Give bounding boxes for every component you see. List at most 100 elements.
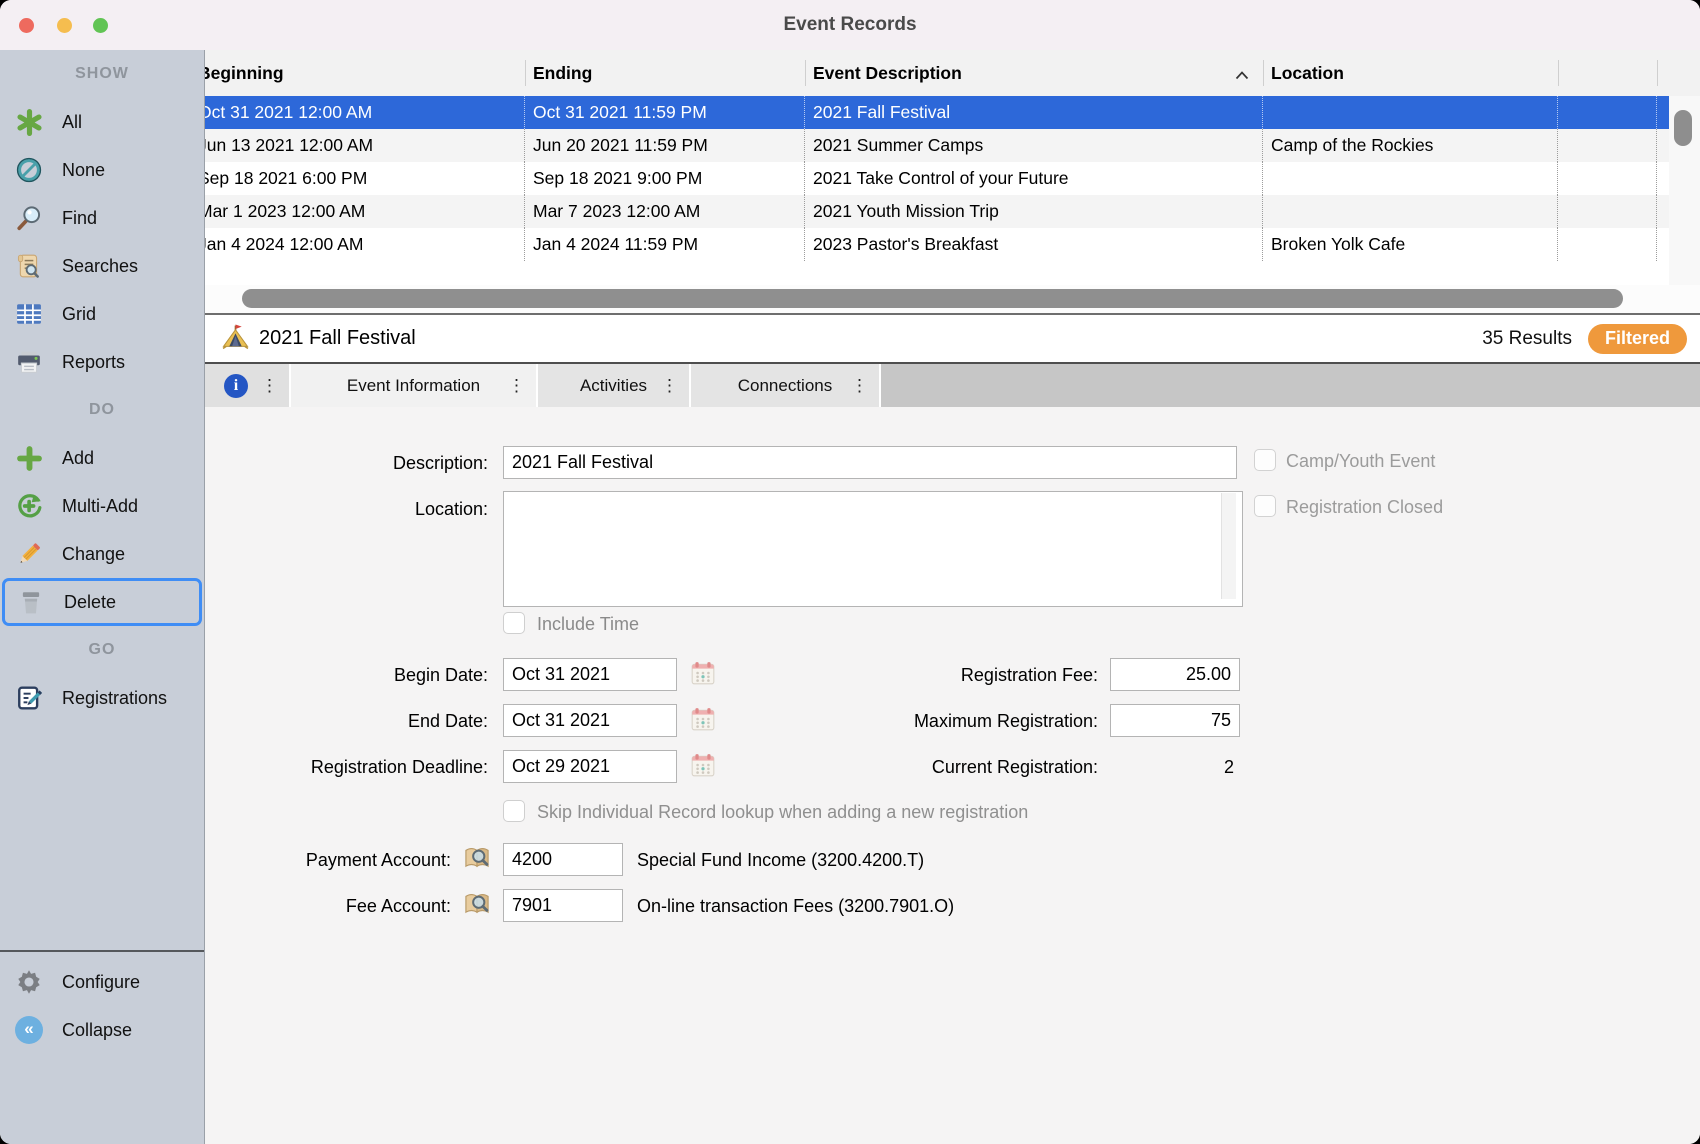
tab-bar: i ⋮ Event Information ⋮ Activities ⋮ Con… bbox=[205, 362, 1700, 407]
sidebar: SHOW All None Find Searches bbox=[0, 50, 205, 1144]
tent-icon bbox=[222, 323, 249, 355]
include-time-checkbox[interactable] bbox=[503, 612, 525, 634]
detail-title: 2021 Fall Festival bbox=[259, 327, 416, 350]
cell-beginning: Sep 18 2021 6:00 PM bbox=[205, 162, 525, 195]
sidebar-item-find[interactable]: Find bbox=[0, 194, 204, 242]
table-row[interactable]: Oct 31 2021 12:00 AM Oct 31 2021 11:59 P… bbox=[205, 96, 1669, 129]
include-time-label: Include Time bbox=[537, 614, 639, 635]
sidebar-item-none[interactable]: None bbox=[0, 146, 204, 194]
table-row[interactable]: Mar 1 2023 12:00 AM Mar 7 2023 12:00 AM … bbox=[205, 195, 1669, 228]
cell-description: 2023 Pastor's Breakfast bbox=[805, 228, 1263, 261]
tab-label: Connections bbox=[738, 376, 833, 396]
sidebar-item-label: Reports bbox=[62, 352, 125, 373]
results-count: 35 Results bbox=[1482, 328, 1572, 350]
vertical-scrollbar-thumb[interactable] bbox=[1674, 110, 1692, 146]
gear-icon bbox=[14, 967, 44, 997]
fee-account-description: On-line transaction Fees (3200.7901.O) bbox=[637, 896, 954, 917]
sidebar-item-label: Add bbox=[62, 448, 94, 469]
sidebar-item-label: Searches bbox=[62, 256, 138, 277]
sidebar-item-reports[interactable]: Reports bbox=[0, 338, 204, 386]
fee-account-input[interactable] bbox=[503, 889, 623, 922]
fee-account-lookup-icon[interactable] bbox=[463, 890, 489, 916]
payment-account-input[interactable] bbox=[503, 843, 623, 876]
sidebar-item-add[interactable]: Add bbox=[0, 434, 204, 482]
tab-event-information[interactable]: Event Information ⋮ bbox=[291, 364, 538, 407]
info-tab[interactable]: i ⋮ bbox=[205, 364, 291, 407]
camp-youth-checkbox[interactable] bbox=[1254, 449, 1276, 471]
registration-deadline-calendar-icon[interactable] bbox=[690, 752, 716, 778]
table-header: Beginning Ending Event Description Locat… bbox=[205, 50, 1700, 97]
cell-location bbox=[1263, 162, 1558, 195]
tab-drag-handle-icon[interactable]: ⋮ bbox=[261, 376, 278, 396]
cell-ending: Oct 31 2021 11:59 PM bbox=[525, 96, 805, 129]
column-header-location[interactable]: Location bbox=[1263, 50, 1558, 96]
magnifier-icon bbox=[14, 203, 44, 233]
registration-fee-input[interactable] bbox=[1110, 658, 1240, 691]
horizontal-scrollbar-thumb[interactable] bbox=[242, 289, 1623, 308]
column-header-ending[interactable]: Ending bbox=[525, 50, 805, 96]
sidebar-item-change[interactable]: Change bbox=[0, 530, 204, 578]
tab-activities[interactable]: Activities ⋮ bbox=[538, 364, 691, 407]
current-registration-value: 2 bbox=[1110, 757, 1234, 778]
begin-date-calendar-icon[interactable] bbox=[690, 660, 716, 686]
description-input[interactable] bbox=[503, 446, 1237, 479]
registration-deadline-input[interactable] bbox=[503, 750, 677, 783]
multi-add-icon bbox=[14, 491, 44, 521]
end-date-label: End Date: bbox=[225, 711, 488, 732]
sidebar-item-searches[interactable]: Searches bbox=[0, 242, 204, 290]
sort-ascending-icon bbox=[1235, 67, 1249, 85]
tab-drag-handle-icon[interactable]: ⋮ bbox=[508, 376, 525, 396]
begin-date-label: Begin Date: bbox=[225, 665, 488, 686]
sidebar-item-label: Configure bbox=[62, 972, 140, 993]
sidebar-item-grid[interactable]: Grid bbox=[0, 290, 204, 338]
collapse-icon: « bbox=[14, 1015, 44, 1045]
vertical-scrollbar bbox=[1669, 96, 1700, 285]
tab-drag-handle-icon[interactable]: ⋮ bbox=[661, 376, 678, 396]
maximum-registration-label: Maximum Registration: bbox=[735, 711, 1098, 732]
sidebar-item-configure[interactable]: Configure bbox=[0, 958, 204, 1006]
sidebar-section-do: DO bbox=[0, 386, 204, 434]
event-information-panel: Description: Camp/Youth Event Location: … bbox=[205, 407, 1700, 1144]
table-row[interactable]: Sep 18 2021 6:00 PM Sep 18 2021 9:00 PM … bbox=[205, 162, 1669, 195]
cell-beginning: Mar 1 2023 12:00 AM bbox=[205, 195, 525, 228]
payment-account-lookup-icon[interactable] bbox=[463, 844, 489, 870]
registration-closed-label: Registration Closed bbox=[1286, 497, 1443, 518]
window-title: Event Records bbox=[0, 0, 1700, 50]
skip-lookup-checkbox[interactable] bbox=[503, 800, 525, 822]
registrations-icon bbox=[14, 683, 44, 713]
location-scrollbar[interactable] bbox=[1221, 493, 1236, 599]
end-date-input[interactable] bbox=[503, 704, 677, 737]
column-header-beginning[interactable]: Beginning bbox=[205, 50, 525, 96]
trash-icon bbox=[16, 587, 46, 617]
sidebar-item-multi-add[interactable]: Multi-Add bbox=[0, 482, 204, 530]
cell-ending: Mar 7 2023 12:00 AM bbox=[525, 195, 805, 228]
info-icon: i bbox=[224, 374, 248, 398]
cell-description: 2021 Fall Festival bbox=[805, 96, 1263, 129]
table-row[interactable]: Jan 4 2024 12:00 AM Jan 4 2024 11:59 PM … bbox=[205, 228, 1669, 261]
end-date-calendar-icon[interactable] bbox=[690, 706, 716, 732]
skip-lookup-label: Skip Individual Record lookup when addin… bbox=[537, 802, 1028, 823]
location-textarea[interactable] bbox=[503, 491, 1243, 607]
sidebar-item-registrations[interactable]: Registrations bbox=[0, 674, 204, 722]
tab-connections[interactable]: Connections ⋮ bbox=[691, 364, 881, 407]
cell-location: Broken Yolk Cafe bbox=[1263, 228, 1558, 261]
cell-description: 2021 Youth Mission Trip bbox=[805, 195, 1263, 228]
window-titlebar: Event Records bbox=[0, 0, 1700, 51]
payment-account-label: Payment Account: bbox=[205, 850, 451, 871]
pencil-icon bbox=[14, 539, 44, 569]
description-label: Description: bbox=[225, 453, 488, 474]
sidebar-item-all[interactable]: All bbox=[0, 98, 204, 146]
sidebar-item-label: Grid bbox=[62, 304, 96, 325]
table-row[interactable]: Jun 13 2021 12:00 AM Jun 20 2021 11:59 P… bbox=[205, 129, 1669, 162]
maximum-registration-input[interactable] bbox=[1110, 704, 1240, 737]
tab-drag-handle-icon[interactable]: ⋮ bbox=[851, 376, 868, 396]
filtered-badge[interactable]: Filtered bbox=[1588, 324, 1687, 354]
sidebar-item-delete[interactable]: Delete bbox=[2, 578, 202, 626]
sidebar-item-collapse[interactable]: « Collapse bbox=[0, 1006, 204, 1054]
column-header-event-description[interactable]: Event Description bbox=[805, 50, 1225, 96]
registration-closed-checkbox[interactable] bbox=[1254, 495, 1276, 517]
begin-date-input[interactable] bbox=[503, 658, 677, 691]
cell-location bbox=[1263, 195, 1558, 228]
horizontal-scrollbar bbox=[205, 285, 1700, 313]
current-registration-label: Current Registration: bbox=[735, 757, 1098, 778]
